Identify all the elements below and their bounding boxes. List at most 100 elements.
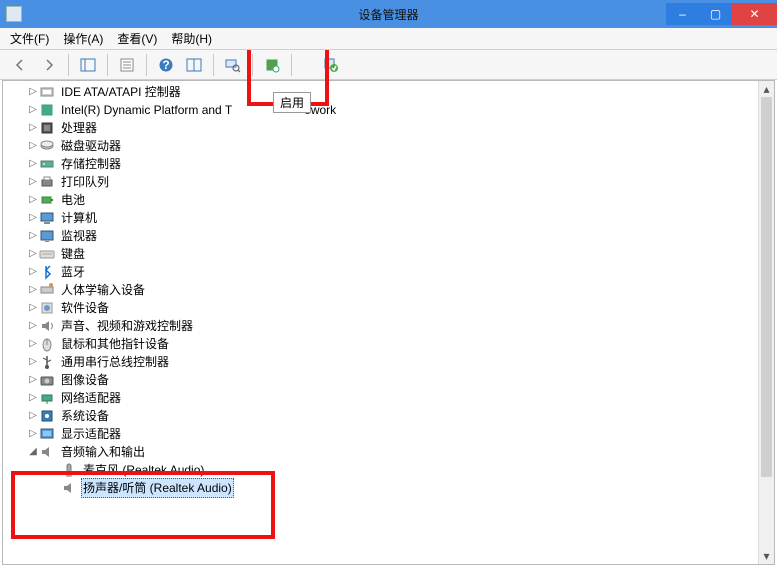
show-console-tree-button[interactable]	[75, 53, 101, 77]
app-system-icon	[6, 6, 22, 22]
tree-node-speaker[interactable]: 扬声器/听筒 (Realtek Audio)	[9, 479, 758, 497]
software-icon	[39, 300, 55, 316]
tree-node-label: 存储控制器	[59, 155, 123, 173]
expander-icon[interactable]: ◢	[27, 443, 39, 461]
keyboard-icon	[39, 246, 55, 262]
tooltip-enable: 启用	[273, 92, 311, 113]
toolbar: ?	[0, 50, 777, 80]
minimize-icon: –	[679, 7, 686, 21]
tree-node-intel[interactable]: ▷Intel(R) Dynamic Platform and Tework	[9, 101, 758, 119]
separator	[252, 54, 253, 76]
expander-icon[interactable]: ▷	[27, 299, 39, 317]
tree-node-label: 系统设备	[59, 407, 111, 425]
expander-icon[interactable]: ▷	[27, 407, 39, 425]
help-toolbar-button[interactable]: ?	[153, 53, 179, 77]
tree-node-label: IDE ATA/ATAPI 控制器	[59, 83, 183, 101]
properties-button[interactable]	[114, 53, 140, 77]
separator	[213, 54, 214, 76]
panel-icon	[80, 57, 96, 73]
vertical-scrollbar[interactable]: ▴ ▾	[758, 81, 774, 564]
device-tree[interactable]: ▷ IDE ATA/ATAPI 控制器▷Intel(R) Dynamic Plat…	[3, 81, 758, 564]
expander-icon[interactable]: ▷	[27, 281, 39, 299]
network-icon	[39, 390, 55, 406]
tree-node-bluetooth[interactable]: ▷蓝牙	[9, 263, 758, 281]
tree-node-label: 监视器	[59, 227, 99, 245]
system-icon	[39, 408, 55, 424]
ide-icon	[39, 84, 55, 100]
update-driver-button[interactable]	[259, 53, 285, 77]
intel-icon	[39, 102, 55, 118]
tree-node-hid[interactable]: ▷人体学输入设备	[9, 281, 758, 299]
printer-icon	[39, 174, 55, 190]
expander-icon[interactable]: ▷	[27, 83, 39, 101]
tree-node-mouse[interactable]: ▷鼠标和其他指针设备	[9, 335, 758, 353]
tree-node-system[interactable]: ▷ 系统设备	[9, 407, 758, 425]
maximize-button[interactable]: ▢	[699, 3, 732, 25]
expander-icon[interactable]: ▷	[27, 227, 39, 245]
tree-node-cpu[interactable]: ▷处理器	[9, 119, 758, 137]
expander-icon[interactable]: ▷	[27, 173, 39, 191]
menu-view[interactable]: 查看(V)	[111, 28, 163, 49]
tree-node-label: 电池	[59, 191, 87, 209]
tree-node-label: 网络适配器	[59, 389, 123, 407]
svg-text:?: ?	[162, 58, 169, 72]
minimize-button[interactable]: –	[666, 3, 699, 25]
tree-node-label: 通用串行总线控制器	[59, 353, 171, 371]
tree-node-sound-ctrl[interactable]: ▷声音、视频和游戏控制器	[9, 317, 758, 335]
expander-icon[interactable]: ▷	[27, 389, 39, 407]
menu-bar: 文件(F) 操作(A) 查看(V) 帮助(H)	[0, 28, 777, 50]
expander-icon[interactable]: ▷	[27, 137, 39, 155]
expander-icon[interactable]: ▷	[27, 425, 39, 443]
tree-node-printer[interactable]: ▷打印队列	[9, 173, 758, 191]
expander-icon[interactable]: ▷	[27, 101, 39, 119]
panel-2-button[interactable]	[181, 53, 207, 77]
expander-icon[interactable]: ▷	[27, 317, 39, 335]
expander-icon[interactable]: ▷	[27, 119, 39, 137]
tree-node-audio-io[interactable]: ◢音频输入和输出	[9, 443, 758, 461]
nav-forward-button[interactable]	[36, 53, 62, 77]
scan-hardware-button[interactable]	[220, 53, 246, 77]
tree-node-camera[interactable]: ▷图像设备	[9, 371, 758, 389]
expander-icon[interactable]: ▷	[27, 209, 39, 227]
tree-node-label: 磁盘驱动器	[59, 137, 123, 155]
close-button[interactable]: ✕	[732, 3, 777, 25]
computer-search-icon	[225, 57, 241, 73]
menu-action[interactable]: 操作(A)	[57, 28, 109, 49]
expander-icon[interactable]: ▷	[27, 155, 39, 173]
help-icon: ?	[158, 57, 174, 73]
enable-device-button[interactable]	[318, 53, 344, 77]
nav-back-button[interactable]	[8, 53, 34, 77]
maximize-icon: ▢	[710, 7, 721, 21]
tree-node-monitor[interactable]: ▷ 监视器	[9, 227, 758, 245]
tree-node-usb[interactable]: ▷ 通用串行总线控制器	[9, 353, 758, 371]
tree-node-display[interactable]: ▷显示适配器	[9, 425, 758, 443]
expander-icon[interactable]: ▷	[27, 335, 39, 353]
expander-icon[interactable]: ▷	[27, 245, 39, 263]
expander-icon[interactable]: ▷	[27, 263, 39, 281]
scroll-up-arrow-icon[interactable]: ▴	[759, 81, 774, 97]
tree-node-network[interactable]: ▷ 网络适配器	[9, 389, 758, 407]
tree-node-storage[interactable]: ▷ 存储控制器	[9, 155, 758, 173]
tree-node-disk[interactable]: ▷ 磁盘驱动器	[9, 137, 758, 155]
display-icon	[39, 426, 55, 442]
expander-icon[interactable]: ▷	[27, 371, 39, 389]
menu-file[interactable]: 文件(F)	[4, 28, 55, 49]
title-bar: 设备管理器 – ▢ ✕	[0, 0, 777, 28]
separator	[291, 54, 292, 76]
scroll-down-arrow-icon[interactable]: ▾	[759, 548, 774, 564]
menu-help[interactable]: 帮助(H)	[165, 28, 218, 49]
tree-node-software[interactable]: ▷软件设备	[9, 299, 758, 317]
storage-icon	[39, 156, 55, 172]
tree-node-keyboard[interactable]: ▷ 键盘	[9, 245, 758, 263]
tree-node-label: 计算机	[59, 209, 99, 227]
tree-node-label: 扬声器/听筒 (Realtek Audio)	[81, 478, 234, 498]
expander-icon[interactable]: ▷	[27, 191, 39, 209]
computer-icon	[39, 210, 55, 226]
tree-node-label: 键盘	[59, 245, 87, 263]
tree-node-computer[interactable]: ▷ 计算机	[9, 209, 758, 227]
tree-node-ide[interactable]: ▷ IDE ATA/ATAPI 控制器	[9, 83, 758, 101]
expander-icon[interactable]: ▷	[27, 353, 39, 371]
tree-node-battery[interactable]: ▷ 电池	[9, 191, 758, 209]
scroll-thumb[interactable]	[761, 97, 772, 477]
tree-node-microphone[interactable]: 麦克风 (Realtek Audio)	[9, 461, 758, 479]
